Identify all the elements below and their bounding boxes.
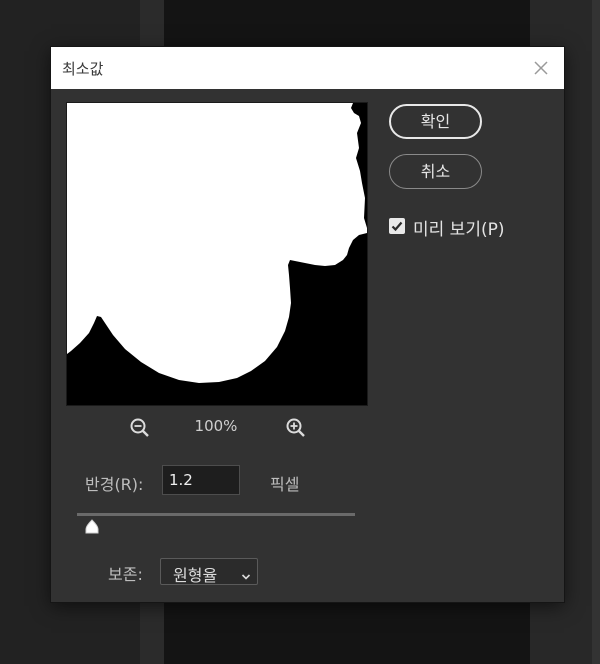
ok-button[interactable]: 확인 (389, 104, 482, 139)
preserve-select[interactable]: 원형율 (160, 558, 258, 585)
zoom-out-icon[interactable] (129, 417, 151, 439)
radius-label: 반경(R): (85, 475, 144, 494)
radius-slider-thumb[interactable] (84, 519, 100, 535)
radius-unit-label: 픽셀 (270, 475, 300, 494)
preview-checkbox[interactable] (389, 218, 405, 234)
chevron-down-icon (241, 567, 251, 580)
radius-input[interactable]: 1.2 (162, 465, 240, 495)
radius-slider-track[interactable] (77, 513, 355, 516)
filter-preview-image[interactable] (66, 102, 368, 406)
zoom-level: 100% (194, 417, 238, 435)
minimum-filter-dialog: 최소값 100% 반경(R): 1.2 픽셀 보존: 원형율 확인 취소 미리 … (51, 47, 564, 602)
preview-checkbox-label: 미리 보기(P) (413, 220, 505, 240)
dialog-titlebar[interactable]: 최소값 (51, 47, 564, 89)
zoom-in-icon[interactable] (285, 417, 307, 439)
preserve-label: 보존: (108, 565, 143, 584)
cancel-button[interactable]: 취소 (389, 154, 482, 189)
close-icon[interactable] (532, 59, 550, 77)
dialog-title: 최소값 (62, 60, 104, 78)
background-stripe (592, 0, 600, 664)
preserve-selected-value: 원형율 (173, 566, 218, 585)
